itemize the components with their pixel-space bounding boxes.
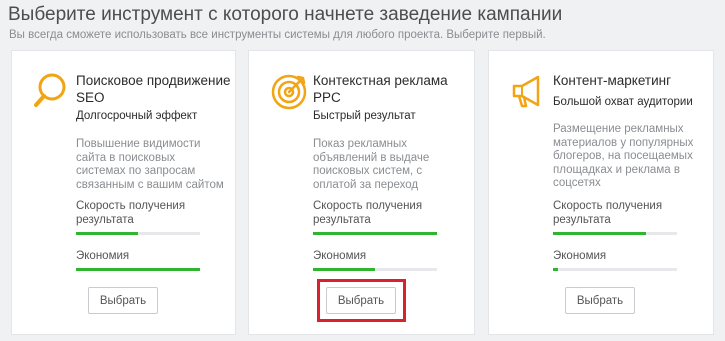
economy-bar bbox=[553, 268, 677, 271]
seo-card: Поисковое продвижение SEO Долгосрочный э… bbox=[11, 50, 236, 335]
speed-bar-fill bbox=[76, 232, 138, 235]
speed-label: Скорость получения результата bbox=[76, 200, 186, 226]
card-tagline: Быстрый результат bbox=[313, 110, 416, 122]
economy-label: Экономия bbox=[76, 250, 130, 262]
page-subtitle: Вы всегда сможете использовать все инстр… bbox=[9, 29, 546, 41]
select-ppc-button[interactable]: Выбрать bbox=[326, 287, 396, 314]
speed-label: Скорость получения результата bbox=[553, 200, 663, 226]
card-title: Контент-маркетинг bbox=[553, 73, 672, 88]
megaphone-icon bbox=[508, 71, 550, 113]
speed-label: Скорость получения результата bbox=[313, 200, 423, 226]
search-icon bbox=[31, 71, 73, 113]
economy-bar-fill bbox=[313, 268, 375, 271]
economy-bar-fill bbox=[553, 268, 558, 271]
economy-bar bbox=[76, 268, 200, 271]
target-icon bbox=[268, 71, 310, 113]
speed-bar bbox=[553, 232, 677, 235]
speed-bar bbox=[76, 232, 200, 235]
speed-bar-fill bbox=[553, 232, 646, 235]
card-tagline: Большой охват аудитории bbox=[553, 96, 693, 108]
economy-label: Экономия bbox=[313, 250, 367, 262]
speed-bar-fill bbox=[313, 232, 437, 235]
select-content-marketing-button[interactable]: Выбрать bbox=[565, 287, 635, 314]
economy-bar-fill bbox=[76, 268, 200, 271]
card-description: Размещение рекламных материалов у популя… bbox=[553, 123, 694, 189]
economy-label: Экономия bbox=[553, 250, 607, 262]
card-tagline: Долгосрочный эффект bbox=[76, 110, 198, 122]
select-seo-button[interactable]: Выбрать bbox=[88, 287, 158, 314]
card-title: Поисковое продвижение SEO bbox=[76, 73, 231, 105]
card-description: Повышение видимости сайта в поисковых си… bbox=[76, 138, 224, 191]
economy-bar bbox=[313, 268, 437, 271]
card-description: Показ рекламных объявлений в выдаче поис… bbox=[313, 138, 430, 191]
ppc-card: Контекстная реклама PPC Быстрый результа… bbox=[248, 50, 475, 335]
content-marketing-card: Контент-маркетинг Большой охват аудитори… bbox=[488, 50, 714, 335]
page-title: Выберите инструмент с которого начнете з… bbox=[8, 4, 563, 25]
card-title: Контекстная реклама PPC bbox=[313, 73, 448, 105]
speed-bar bbox=[313, 232, 437, 235]
